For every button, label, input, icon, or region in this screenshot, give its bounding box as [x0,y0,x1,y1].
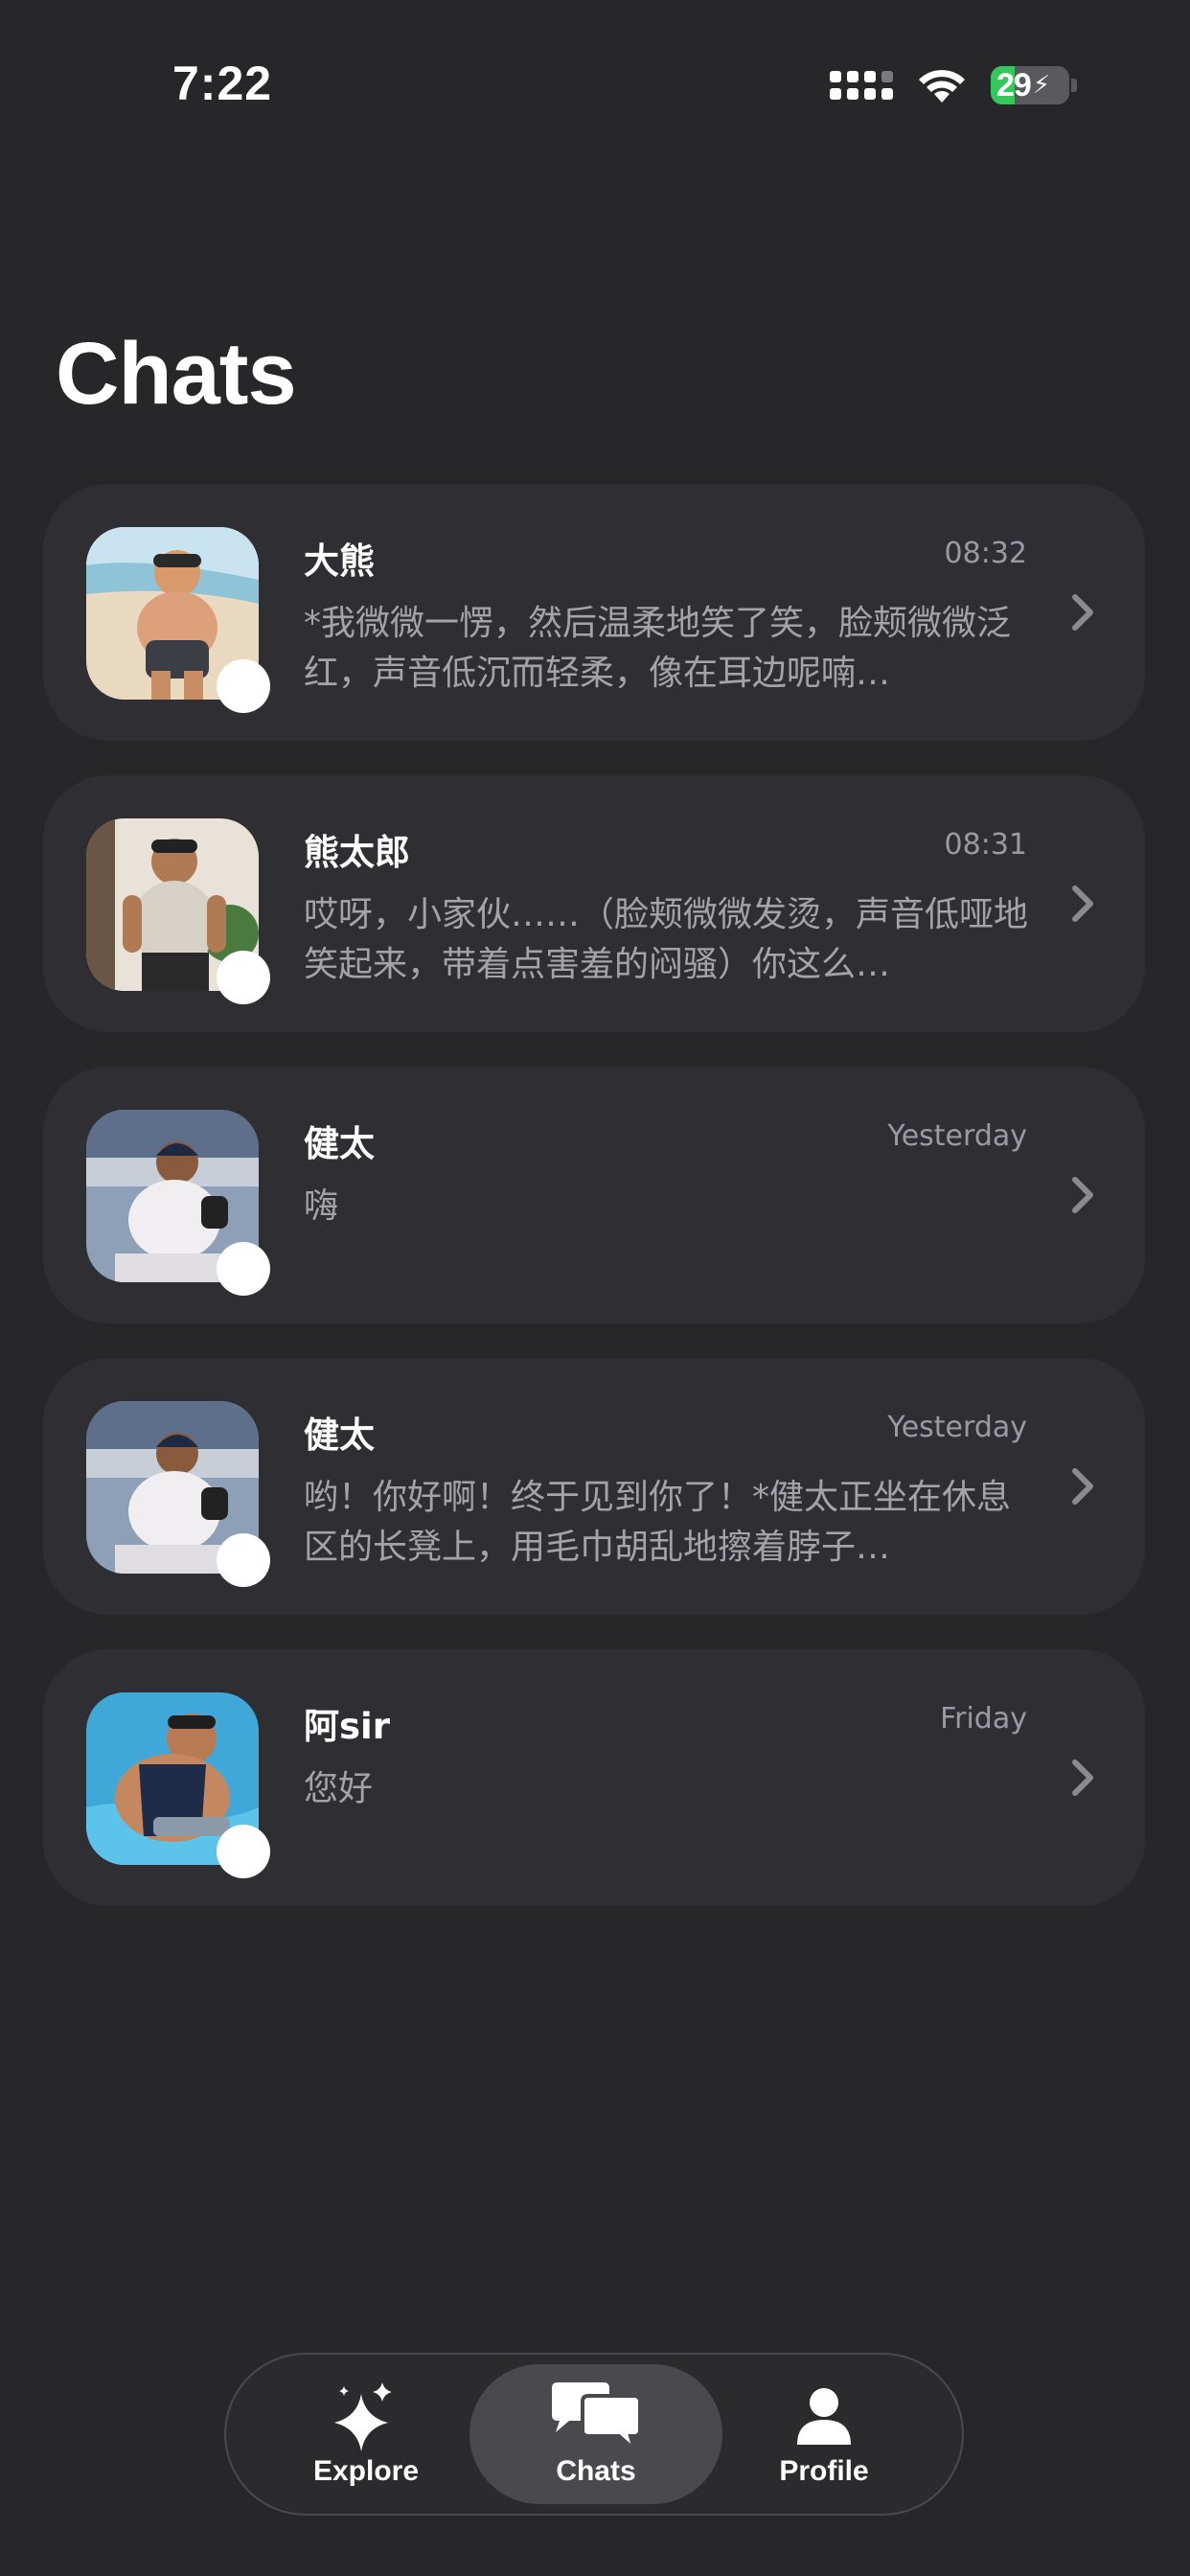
tab-label: Explore [312,2455,420,2487]
chat-preview: *我微微一愣，然后温柔地笑了笑，脸颊微微泛红，声音低沉而轻柔，像在耳边呢喃… [304,604,1012,693]
tab-bar: Explore Chats Profile [224,2353,964,2516]
chat-time: 08:31 [944,828,1027,862]
chat-row[interactable]: 健太 Yesterday 嗨 [43,1067,1145,1323]
chat-preview: 您好 [304,1769,374,1808]
online-status-dot [217,1825,270,1878]
chat-bubbles-icon [548,2380,644,2451]
chevron-right-icon [1072,886,1093,922]
person-icon [793,2380,855,2451]
tab-label: Profile [779,2455,869,2487]
tab-chats[interactable]: Chats [469,2364,722,2504]
chat-name: 阿sir [304,1706,390,1747]
chevron-right-icon [1072,1177,1093,1213]
chevron-right-icon [1072,594,1093,631]
charging-bolt-icon: ⚡ [1032,71,1051,100]
battery-indicator: 29 ⚡ [991,66,1077,104]
chat-row[interactable]: 健太 Yesterday 哟！你好啊！终于见到你了！*健太正坐在休息区的长凳上，… [43,1358,1145,1615]
chat-time: 08:32 [944,537,1027,570]
tab-profile[interactable]: Profile [709,2364,939,2504]
chat-time: Yesterday [887,1411,1027,1444]
chat-row[interactable]: 阿sir Friday 您好 [43,1649,1145,1906]
chevron-right-icon [1072,1760,1093,1796]
online-status-dot [217,659,270,713]
chat-time: Friday [940,1702,1027,1736]
online-status-dot [217,1533,270,1587]
tab-label: Chats [556,2455,636,2487]
chevron-right-icon [1072,1468,1093,1505]
chat-preview: 哟！你好啊！终于见到你了！*健太正坐在休息区的长凳上，用毛巾胡乱地擦着脖子… [304,1478,1012,1567]
tab-explore[interactable]: Explore [251,2364,481,2504]
chat-name: 熊太郎 [304,832,410,873]
page-title: Chats [56,325,297,423]
chat-row[interactable]: 大熊 08:32 *我微微一愣，然后温柔地笑了笑，脸颊微微泛红，声音低沉而轻柔，… [43,484,1145,741]
status-time: 7:22 [172,57,273,110]
sparkles-icon [332,2380,400,2451]
chat-name: 健太 [304,1414,375,1456]
chat-row[interactable]: 熊太郎 08:31 哎呀，小家伙……（脸颊微微发烫，声音低哑地笑起来，带着点害羞… [43,775,1145,1032]
chat-preview: 哎呀，小家伙……（脸颊微微发烫，声音低哑地笑起来，带着点害羞的闷骚）你这么… [304,895,1029,984]
chat-name: 大熊 [304,540,375,582]
battery-percent: 29 [996,66,1032,104]
chat-preview: 嗨 [304,1186,339,1226]
chat-name: 健太 [304,1123,375,1164]
online-status-dot [217,951,270,1004]
wifi-icon [919,70,965,103]
online-status-dot [217,1242,270,1296]
chats-screen: 7:22 29 ⚡ Chats 大熊 08:32 *我微微一愣，然后温柔地笑了笑… [0,0,1190,2576]
cellular-signal-icon [830,71,893,100]
chat-list: 大熊 08:32 *我微微一愣，然后温柔地笑了笑，脸颊微微泛红，声音低沉而轻柔，… [43,484,1145,1941]
status-icons: 29 ⚡ [830,61,1077,109]
chat-time: Yesterday [887,1119,1027,1153]
